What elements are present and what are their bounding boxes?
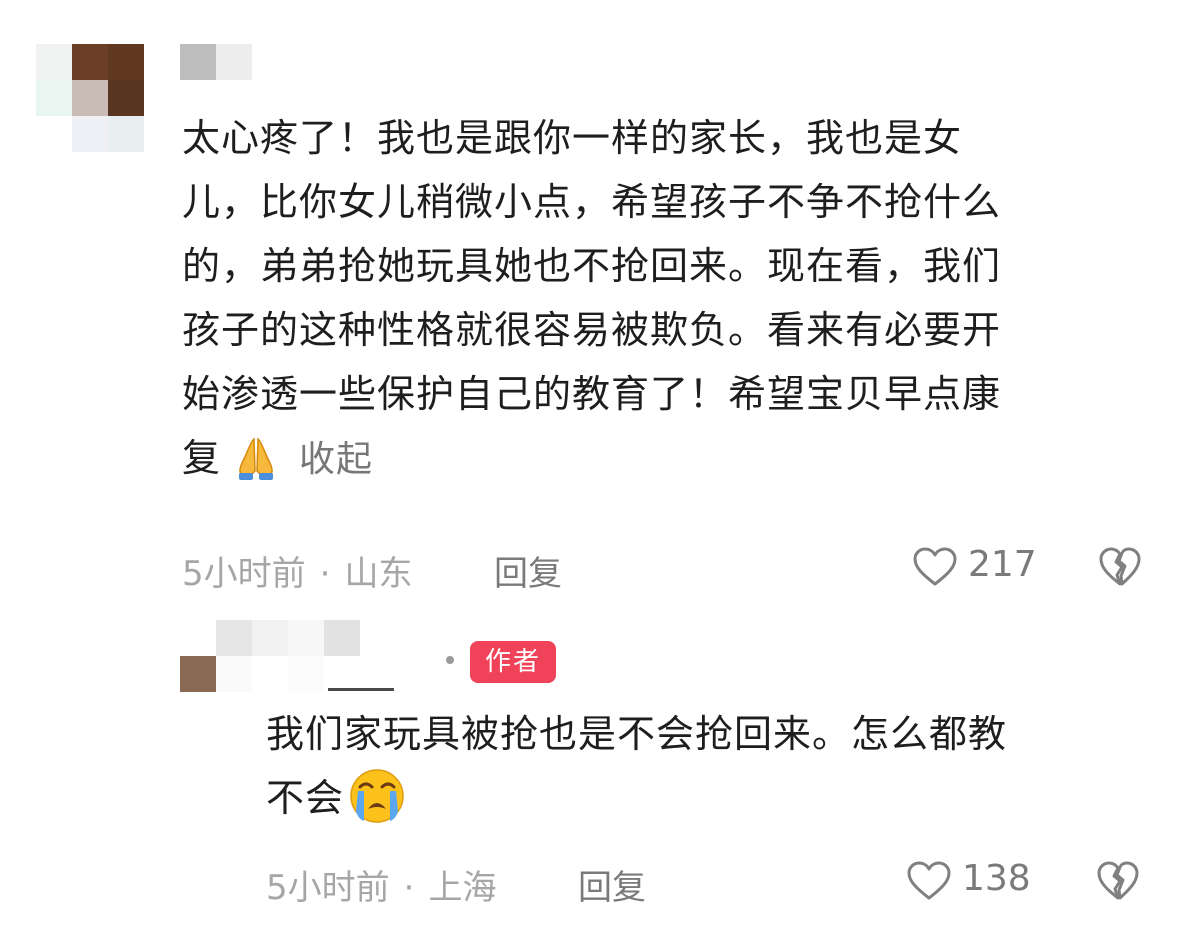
location: 山东 — [344, 554, 413, 594]
folded-hands-icon — [231, 431, 281, 481]
comment-meta: 5小时前 · 山东 — [182, 546, 412, 595]
avatar[interactable] — [180, 656, 216, 692]
avatar[interactable] — [36, 44, 144, 152]
comment-text: 太心疼了！我也是跟你一样的家长，我也是女 儿，比你女儿稍微小点，希望孩子不争不抢… — [182, 106, 1142, 492]
loudly-crying-face-icon — [348, 767, 406, 825]
broken-heart-icon[interactable] — [1098, 546, 1142, 588]
separator-dot: · — [319, 554, 331, 594]
username[interactable] — [180, 44, 252, 80]
timestamp: 5小时前 — [182, 554, 306, 594]
comment-line: 孩子的这种性格就很容易被欺负。看来有必要开 — [182, 308, 1002, 352]
reply-button[interactable]: 回复 — [578, 860, 646, 909]
reply-button[interactable]: 回复 — [494, 546, 562, 595]
like-count: 217 — [968, 544, 1037, 585]
comment-line: 始渗透一些保护自己的教育了！希望宝贝早点康 — [182, 372, 1002, 416]
like-count: 138 — [962, 858, 1031, 899]
comment-line: 儿，比你女儿稍微小点，希望孩子不争不抢什么 — [182, 180, 1002, 224]
username[interactable] — [216, 620, 360, 692]
comment-meta: 5小时前 · 上海 — [266, 860, 496, 909]
heart-icon[interactable] — [906, 860, 952, 902]
name-underline — [328, 688, 394, 691]
heart-icon[interactable] — [912, 546, 958, 588]
comment-line: 太心疼了！我也是跟你一样的家长，我也是女 — [182, 116, 963, 160]
location: 上海 — [428, 868, 497, 908]
separator-dot: · — [403, 868, 415, 908]
comment-line: 复 — [182, 436, 222, 480]
timestamp: 5小时前 — [266, 868, 390, 908]
name-dot — [446, 656, 454, 664]
broken-heart-icon[interactable] — [1096, 860, 1140, 902]
comment-line: 不会 — [266, 776, 345, 820]
author-badge: 作者 — [470, 641, 556, 683]
collapse-link[interactable]: 收起 — [299, 439, 373, 480]
comment-text: 我们家玩具被抢也是不会抢回来。怎么都教 不会 — [266, 702, 1146, 830]
comment-line: 我们家玩具被抢也是不会抢回来。怎么都教 — [266, 712, 1008, 756]
comment-line: 的，弟弟抢她玩具她也不抢回来。现在看，我们 — [182, 244, 1002, 288]
